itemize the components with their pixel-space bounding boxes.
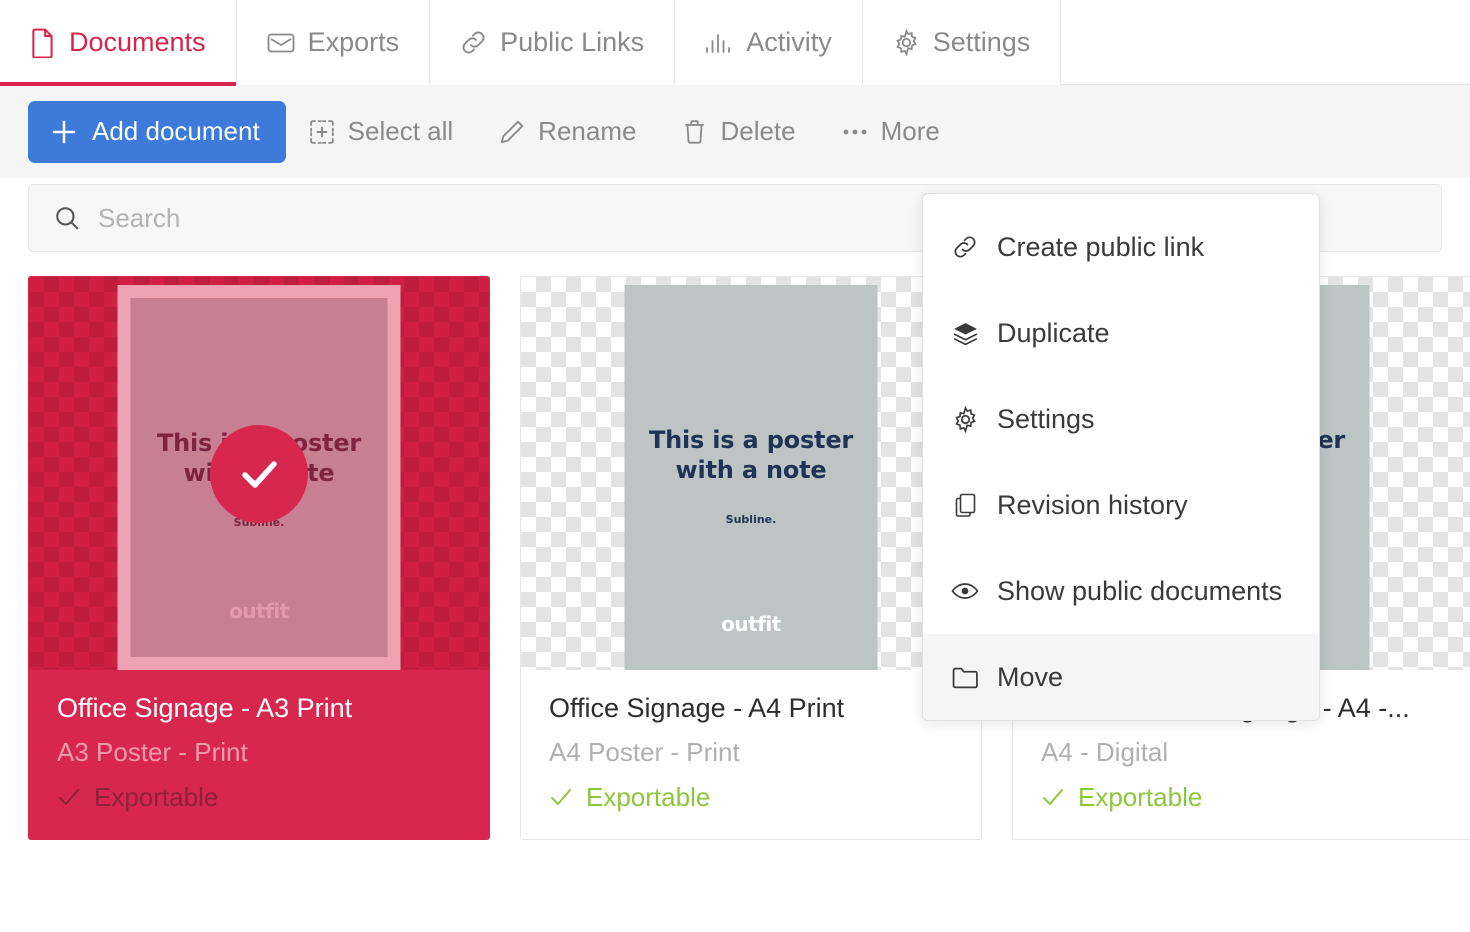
rename-label: Rename: [538, 116, 637, 146]
folder-icon: [951, 666, 979, 689]
search-icon: [54, 205, 80, 231]
document-title: Office Signage - A4 Print: [549, 693, 845, 723]
document-subtitle: A3 Poster - Print: [57, 737, 248, 768]
poster-logo: outfit: [229, 599, 289, 623]
select-all-icon: [309, 119, 335, 145]
menu-item-create-public-link[interactable]: Create public link: [923, 204, 1319, 290]
tab-public-links[interactable]: Public Links: [430, 0, 676, 85]
menu-item-label: Create public link: [997, 231, 1205, 262]
menu-item-move[interactable]: Move: [923, 634, 1319, 720]
delete-label: Delete: [720, 116, 796, 146]
document-status: Exportable: [57, 782, 461, 813]
main-tab-bar: Documents Exports Public Links Activity: [0, 0, 1470, 86]
pencil-icon: [499, 119, 525, 145]
document-subtitle: A4 Poster - Print: [549, 737, 740, 768]
document-status-label: Exportable: [1078, 781, 1203, 812]
copy-icon: [951, 492, 979, 518]
menu-item-show-public-documents[interactable]: Show public documents: [923, 548, 1319, 634]
plus-icon: [50, 118, 78, 146]
menu-item-revision-history[interactable]: Revision history: [923, 462, 1319, 548]
gear-icon: [893, 29, 920, 56]
more-button[interactable]: More: [819, 101, 963, 163]
tab-label: Exports: [307, 27, 400, 57]
tab-bar-filler: [1061, 0, 1470, 84]
chart-icon: [705, 32, 733, 54]
document-thumbnail: This is a poster with a note Subline. ou…: [29, 277, 489, 670]
trash-icon: [682, 119, 707, 145]
menu-item-label: Show public documents: [997, 575, 1283, 606]
tab-label: Public Links: [500, 27, 645, 57]
document-card[interactable]: This is a poster with a note Subline. ou…: [520, 276, 982, 840]
document-status: Exportable: [1041, 782, 1445, 813]
poster-logo: outfit: [721, 612, 781, 636]
tab-exports[interactable]: Exports: [236, 0, 431, 85]
delete-button[interactable]: Delete: [659, 101, 818, 163]
document-status: Exportable: [549, 782, 953, 813]
tab-settings[interactable]: Settings: [862, 0, 1062, 85]
more-label: More: [880, 116, 940, 146]
gear-icon: [951, 405, 979, 433]
poster-subline: Subline.: [725, 513, 777, 526]
document-status-label: Exportable: [94, 781, 219, 812]
document-subtitle: A4 - Digital: [1041, 737, 1169, 768]
menu-item-label: Revision history: [997, 489, 1188, 520]
document-icon: [30, 28, 56, 58]
tab-label: Documents: [69, 27, 206, 57]
check-icon: [242, 460, 277, 488]
action-toolbar: Add document Select all Rename Delete Mo…: [0, 85, 1470, 178]
tab-documents[interactable]: Documents: [0, 0, 237, 86]
menu-item-label: Settings: [997, 403, 1095, 434]
document-status-label: Exportable: [586, 781, 711, 812]
menu-item-label: Move: [997, 661, 1064, 692]
check-icon: [549, 785, 573, 809]
document-title: Office Signage - A3 Print: [57, 693, 353, 723]
add-document-label: Add document: [92, 116, 260, 146]
select-all-button[interactable]: Select all: [286, 101, 477, 163]
document-card[interactable]: This is a poster with a note Subline. ou…: [28, 276, 490, 840]
document-card-body: Office Signage - A3 Print A3 Poster - Pr…: [29, 670, 489, 839]
selected-check-overlay: [210, 424, 308, 523]
link-icon: [460, 29, 487, 56]
check-icon: [57, 785, 81, 809]
poster-headline: This is a poster with a note: [648, 426, 854, 484]
document-card-body: Office Signage - A4 Print A4 Poster - Pr…: [521, 670, 981, 839]
menu-item-settings[interactable]: Settings: [923, 376, 1319, 462]
rename-button[interactable]: Rename: [476, 101, 659, 163]
eye-icon: [951, 581, 979, 601]
ellipsis-icon: [842, 126, 868, 138]
tab-activity[interactable]: Activity: [675, 0, 863, 85]
layers-icon: [951, 321, 979, 346]
tab-label: Activity: [746, 27, 832, 57]
check-icon: [1041, 785, 1065, 809]
more-dropdown-menu: Create public link Duplicate Settings Re…: [922, 193, 1320, 721]
tab-label: Settings: [932, 27, 1031, 57]
poster-preview: This is a poster with a note Subline. ou…: [624, 285, 878, 670]
link-icon: [951, 234, 979, 260]
document-thumbnail: This is a poster with a note Subline. ou…: [521, 277, 981, 670]
menu-item-label: Duplicate: [997, 317, 1110, 348]
add-document-button[interactable]: Add document: [28, 100, 286, 163]
select-all-label: Select all: [347, 116, 454, 146]
menu-item-duplicate[interactable]: Duplicate: [923, 290, 1319, 376]
envelope-icon: [267, 31, 295, 55]
